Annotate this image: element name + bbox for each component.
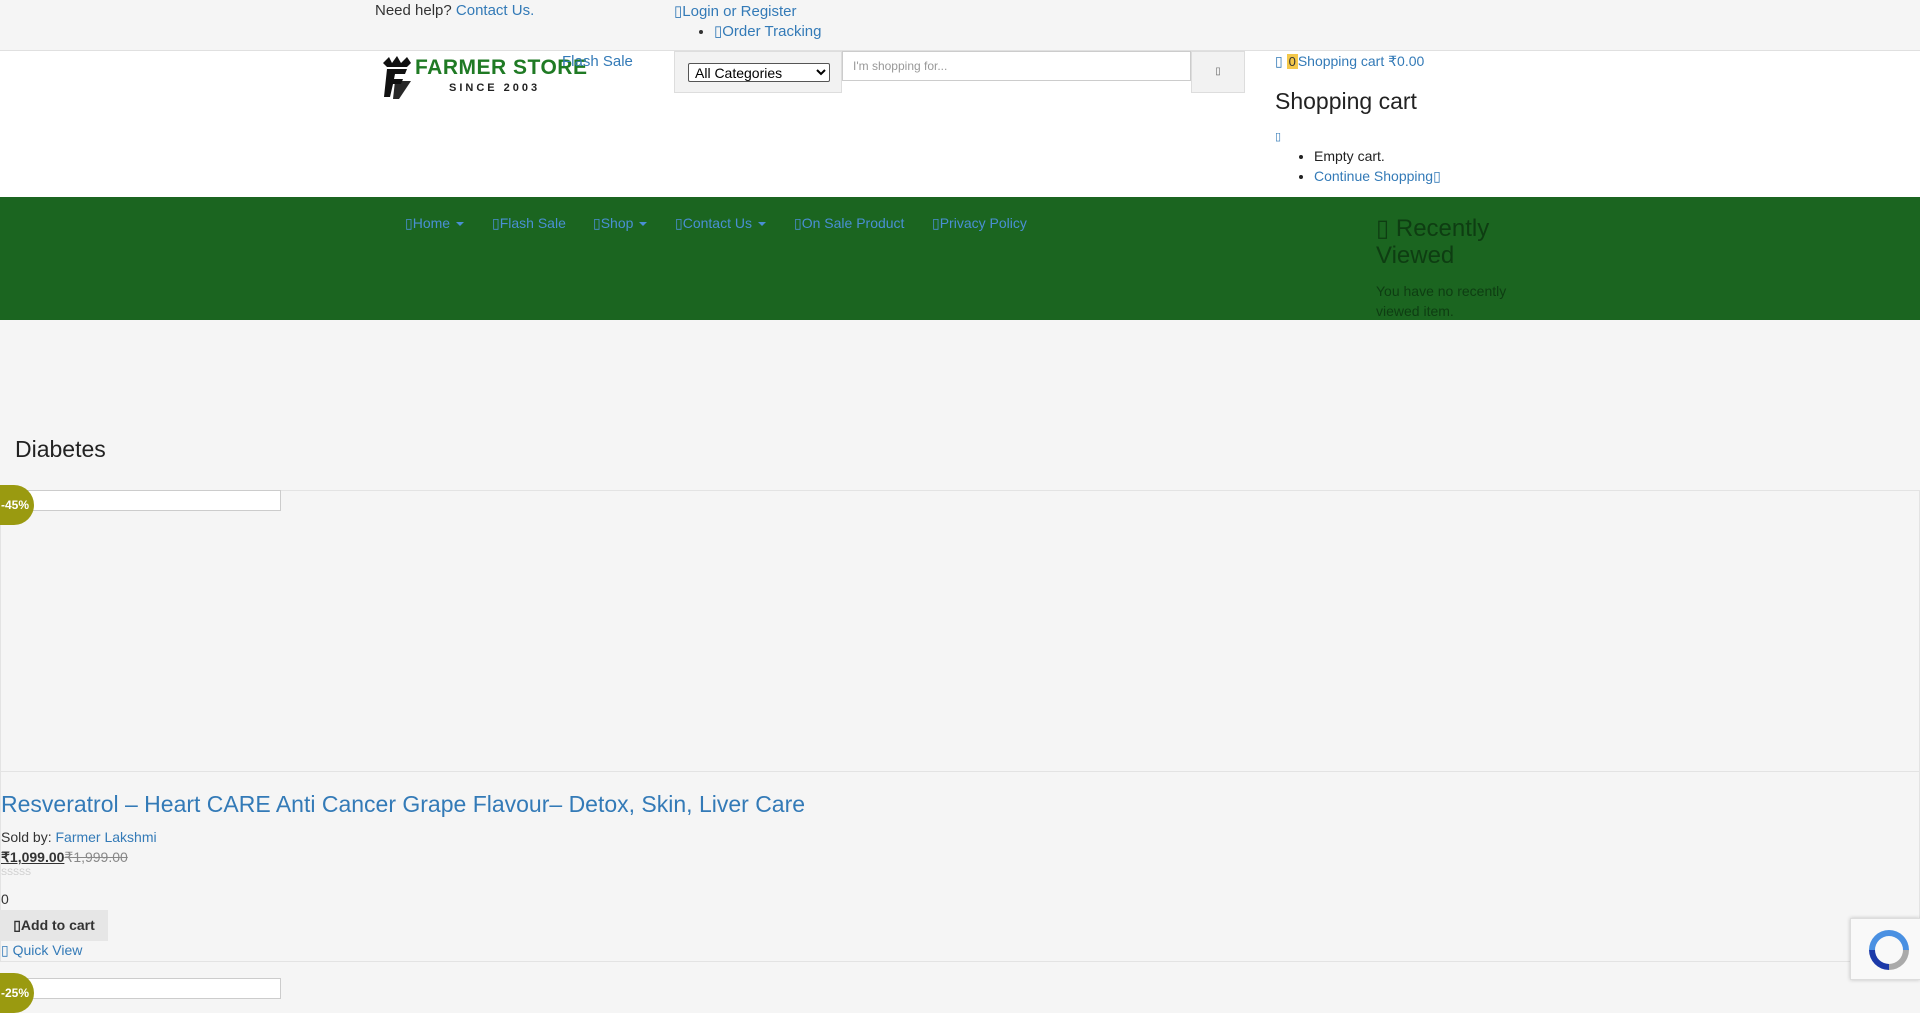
bag-icon: ▯ bbox=[1275, 53, 1287, 69]
discount-badge: -25% bbox=[0, 973, 34, 1013]
flash-sale-banner[interactable]: Flash Sale bbox=[562, 53, 633, 70]
nav-item-label: Contact Us bbox=[682, 215, 752, 231]
caret-down-icon bbox=[456, 222, 465, 227]
recently-viewed-title: ▯ Recently Viewed bbox=[1376, 215, 1516, 269]
page-title: Diabetes bbox=[15, 436, 106, 462]
product-image[interactable] bbox=[0, 490, 281, 511]
eye-icon: ▯ bbox=[1, 942, 13, 958]
product-image[interactable] bbox=[0, 978, 281, 999]
star-rating: SSSSS bbox=[1, 867, 32, 877]
login-register-link[interactable]: ▯Login or Register bbox=[674, 3, 797, 20]
tag-icon: ▯ bbox=[794, 215, 802, 231]
help-text: Need help? Contact Us. bbox=[375, 2, 534, 19]
nav-item-label: Shop bbox=[600, 215, 634, 231]
quick-view-label: Quick View bbox=[12, 942, 83, 958]
nav-item-label: Privacy Policy bbox=[939, 215, 1027, 231]
continue-shopping-link[interactable]: Continue Shopping▯ bbox=[1314, 168, 1441, 184]
shop-icon: ▯ bbox=[593, 215, 601, 231]
price-original: ₹1,999.00 bbox=[64, 849, 128, 865]
product-title-link[interactable]: Resveratrol – Heart CARE Anti Cancer Gra… bbox=[1, 791, 805, 818]
top-bar bbox=[0, 0, 1920, 51]
nav-item-flash-sale[interactable]: ▯Flash Sale bbox=[492, 215, 566, 232]
continue-shopping-item: Continue Shopping▯ bbox=[1314, 168, 1441, 185]
recaptcha-icon bbox=[1869, 930, 1909, 970]
clock-icon: ▯ bbox=[1376, 215, 1396, 242]
rating-count: 0 bbox=[1, 891, 9, 907]
nav-item-label: Flash Sale bbox=[499, 215, 566, 231]
recaptcha-badge[interactable] bbox=[1850, 918, 1920, 980]
order-tracking-link[interactable]: ▯Order Tracking bbox=[714, 23, 821, 40]
nav-item-shop[interactable]: ▯Shop bbox=[593, 215, 648, 232]
category-box: All Categories bbox=[674, 51, 842, 93]
lock-icon: ▯ bbox=[932, 215, 940, 231]
seller-link[interactable]: Farmer Lakshmi bbox=[55, 829, 156, 845]
nav-item-contact-us[interactable]: ▯Contact Us bbox=[675, 215, 766, 232]
quick-view-link[interactable]: ▯ Quick View bbox=[1, 942, 82, 959]
add-to-cart-button[interactable]: ▯Add to cart bbox=[0, 910, 108, 941]
logo-subtext: SINCE 2003 bbox=[449, 82, 541, 94]
sold-by: Sold by: Farmer Lakshmi bbox=[1, 829, 157, 845]
caret-down-icon bbox=[639, 222, 648, 227]
store-logo[interactable]: FARMER STORE SINCE 2003 bbox=[377, 53, 587, 101]
home-icon: ▯ bbox=[405, 215, 413, 231]
order-tracking-label: Order Tracking bbox=[722, 23, 822, 40]
nav-item-privacy[interactable]: ▯Privacy Policy bbox=[932, 215, 1027, 232]
nav-item-on-sale[interactable]: ▯On Sale Product bbox=[794, 215, 904, 232]
cart-icon: ▯ bbox=[13, 917, 21, 933]
search-icon: ▯ bbox=[1215, 66, 1221, 77]
cart-label: Shopping cart bbox=[1297, 53, 1385, 69]
order-tracking-item: ▯Order Tracking bbox=[714, 22, 821, 40]
login-register-label: Login or Register bbox=[682, 3, 797, 20]
nav-item-label: On Sale Product bbox=[801, 215, 905, 231]
contact-link[interactable]: Contact Us. bbox=[456, 2, 534, 19]
recently-viewed-empty: You have no recently viewed item. bbox=[1376, 283, 1507, 319]
sold-by-label: Sold by: bbox=[1, 829, 52, 845]
cart-link[interactable]: ▯ 0 Shopping cart ₹0.00 bbox=[1275, 53, 1424, 70]
login-area: ▯Login or Register bbox=[674, 2, 797, 20]
help-label: Need help? bbox=[375, 2, 452, 19]
add-to-cart-label: Add to cart bbox=[20, 917, 95, 933]
caret-down-icon bbox=[757, 222, 766, 227]
arrow-right-icon: ▯ bbox=[1433, 168, 1441, 184]
cart-count-badge: 0 bbox=[1286, 54, 1298, 69]
price-current: ₹1,099.00 bbox=[1, 849, 65, 865]
product-card bbox=[0, 490, 1920, 962]
cart-dropdown-title: Shopping cart bbox=[1275, 88, 1417, 114]
flash-sale-alt-text: Flash Sale bbox=[562, 53, 633, 70]
continue-shopping-label: Continue Shopping bbox=[1314, 168, 1434, 184]
category-select[interactable]: All Categories bbox=[688, 63, 830, 82]
divider bbox=[0, 771, 1920, 772]
cart-empty-item: Empty cart. bbox=[1314, 148, 1441, 164]
top-links-list: ▯Order Tracking bbox=[690, 22, 821, 40]
cart-amount: ₹0.00 bbox=[1388, 53, 1425, 69]
search-button[interactable]: ▯ bbox=[1191, 51, 1245, 93]
contact-icon: ▯ bbox=[675, 215, 683, 231]
flash-icon: ▯ bbox=[492, 215, 500, 231]
product-price: ₹1,099.00₹1,999.00 bbox=[1, 849, 128, 866]
nav-item-home[interactable]: ▯Home bbox=[405, 215, 465, 232]
search-input[interactable]: I'm shopping for... bbox=[842, 51, 1191, 81]
nav-item-label: Home bbox=[412, 215, 451, 231]
cart-dropdown-list: Empty cart. Continue Shopping▯ bbox=[1290, 148, 1441, 189]
close-icon[interactable]: ▯ bbox=[1275, 130, 1281, 143]
